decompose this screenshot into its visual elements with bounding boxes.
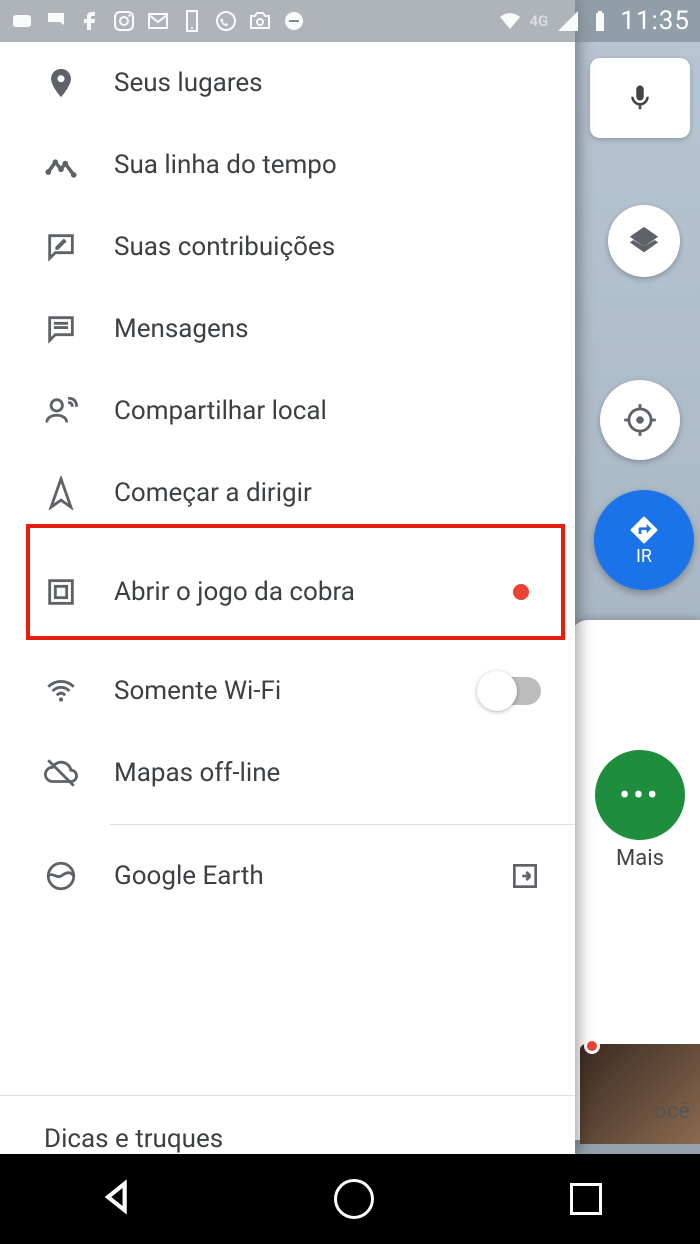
notification-icon bbox=[44, 9, 68, 33]
wifi-icon bbox=[44, 674, 78, 708]
directions-button[interactable]: IR bbox=[594, 490, 694, 590]
back-icon bbox=[98, 1177, 138, 1217]
search-bar-voice[interactable] bbox=[590, 58, 690, 138]
screen: IR ••• Mais ocê 4G 11:35 bbox=[0, 0, 700, 1244]
menu-label: Compartilhar local bbox=[114, 396, 327, 426]
my-location-button[interactable] bbox=[600, 380, 680, 460]
navigation-drawer: Seus lugares Sua linha do tempo Suas con… bbox=[0, 0, 575, 1154]
menu-label: Começar a dirigir bbox=[114, 478, 312, 508]
menu-label: Mensagens bbox=[114, 314, 249, 344]
menu-item-contributions[interactable]: Suas contribuições bbox=[0, 206, 575, 288]
battery-icon bbox=[588, 9, 612, 33]
nav-recents-button[interactable] bbox=[570, 1183, 602, 1215]
menu-item-start-driving[interactable]: Começar a dirigir bbox=[0, 452, 575, 534]
signal-icon bbox=[556, 9, 580, 33]
instagram-icon bbox=[112, 9, 136, 33]
menu-item-timeline[interactable]: Sua linha do tempo bbox=[0, 124, 575, 206]
menu-label: Sua linha do tempo bbox=[114, 150, 337, 180]
layers-icon bbox=[627, 224, 661, 258]
divider bbox=[110, 824, 575, 825]
menu-label: Mapas off-line bbox=[114, 758, 280, 788]
open-external-icon bbox=[509, 860, 541, 892]
earth-icon bbox=[44, 859, 78, 893]
directions-label: IR bbox=[636, 546, 652, 567]
network-label: 4G bbox=[530, 12, 549, 30]
notification-icon bbox=[10, 9, 34, 33]
snake-icon bbox=[44, 575, 78, 609]
menu-item-share-location[interactable]: Compartilhar local bbox=[0, 370, 575, 452]
menu-list: Seus lugares Sua linha do tempo Suas con… bbox=[0, 42, 575, 1087]
recents-icon bbox=[570, 1183, 602, 1215]
whatsapp-icon bbox=[214, 9, 238, 33]
menu-label: Seus lugares bbox=[114, 68, 263, 98]
menu-label: Suas contribuições bbox=[114, 232, 335, 262]
menu-item-wifi-only[interactable]: Somente Wi-Fi bbox=[0, 650, 575, 732]
directions-icon bbox=[628, 514, 660, 546]
for-you-label: ocê bbox=[654, 1099, 690, 1124]
share-location-icon bbox=[44, 394, 78, 428]
layers-button[interactable] bbox=[608, 205, 680, 277]
menu-label: Somente Wi-Fi bbox=[114, 676, 281, 706]
notification-dot bbox=[584, 1038, 600, 1054]
menu-label: Abrir o jogo da cobra bbox=[114, 577, 355, 607]
camera-icon bbox=[248, 9, 272, 33]
messages-icon bbox=[44, 312, 78, 346]
home-icon bbox=[334, 1179, 374, 1219]
wifi-icon bbox=[498, 9, 522, 33]
menu-item-tips[interactable]: Dicas e truques bbox=[0, 1096, 575, 1154]
menu-item-offline-maps[interactable]: Mapas off-line bbox=[0, 732, 575, 814]
microphone-icon bbox=[625, 83, 655, 113]
phone-icon bbox=[180, 9, 204, 33]
more-dots-icon: ••• bbox=[595, 750, 685, 840]
facebook-icon bbox=[78, 9, 102, 33]
gmail-icon bbox=[146, 9, 170, 33]
pin-icon bbox=[44, 66, 78, 100]
menu-item-messages[interactable]: Mensagens bbox=[0, 288, 575, 370]
edit-review-icon bbox=[44, 230, 78, 264]
clock: 11:35 bbox=[620, 6, 690, 36]
status-bar: 4G 11:35 bbox=[0, 0, 700, 42]
dnd-icon bbox=[282, 9, 306, 33]
nav-home-button[interactable] bbox=[334, 1179, 374, 1219]
menu-item-snake-game[interactable]: Abrir o jogo da cobra bbox=[0, 534, 575, 650]
more-label: Mais bbox=[616, 846, 664, 871]
new-indicator-dot bbox=[513, 584, 529, 600]
more-category[interactable]: ••• Mais bbox=[580, 750, 700, 930]
menu-item-your-places[interactable]: Seus lugares bbox=[0, 42, 575, 124]
android-nav-bar bbox=[0, 1154, 700, 1244]
wifi-only-toggle[interactable] bbox=[479, 677, 541, 705]
timeline-icon bbox=[44, 148, 78, 182]
navigation-icon bbox=[44, 476, 78, 510]
crosshair-icon bbox=[621, 401, 659, 439]
menu-item-google-earth[interactable]: Google Earth bbox=[0, 835, 575, 917]
cloud-off-icon bbox=[44, 756, 78, 790]
menu-label: Google Earth bbox=[114, 861, 264, 891]
place-photo bbox=[580, 1044, 700, 1144]
nav-back-button[interactable] bbox=[98, 1177, 138, 1221]
